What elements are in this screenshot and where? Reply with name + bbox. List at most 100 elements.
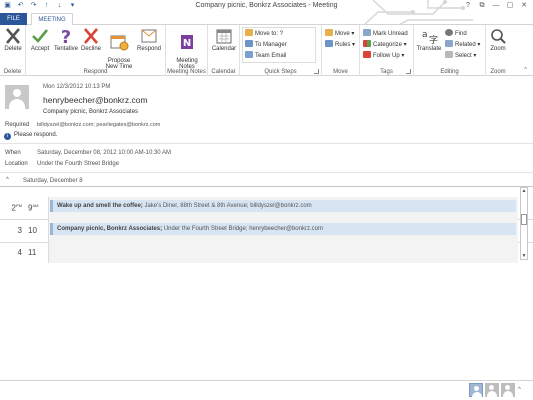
close-button[interactable]: ✕ xyxy=(517,0,531,12)
translate-label: Translate xyxy=(416,46,442,52)
binoculars-icon xyxy=(445,29,453,36)
folder-arrow-icon xyxy=(245,29,253,36)
tentative-button[interactable]: ? Tentative xyxy=(53,27,79,52)
hour-row: 4 11 xyxy=(0,243,533,263)
group-zoom: Zoom Zoom xyxy=(486,25,510,76)
quick-step-move-to-label: Move to: ? xyxy=(255,31,284,37)
translate-icon: a 字 xyxy=(422,30,438,45)
group-label-editing: Editing xyxy=(440,69,459,75)
appointment-detail: Jake's Diner, 88th Street & 8th Avenue; … xyxy=(144,203,312,209)
group-quick-steps: Move to: ? To Manager Team Email Quick S… xyxy=(240,25,322,76)
zoom-label: Zoom xyxy=(490,46,506,52)
time-label-right: 9AM xyxy=(28,203,39,213)
scroll-up-icon[interactable]: ▲ xyxy=(521,188,527,194)
decline-x-icon xyxy=(84,28,98,44)
find-button[interactable]: Find xyxy=(445,29,467,38)
appointment[interactable]: Company picnic, Bonkrz Associates; Under… xyxy=(50,223,516,235)
group-meeting-notes: N Meeting Notes Meeting Notes xyxy=(166,25,208,76)
decline-button[interactable]: Decline xyxy=(79,27,103,52)
select-button[interactable]: Select ▾ xyxy=(445,51,476,60)
time-slot[interactable] xyxy=(48,243,518,263)
forward-icon xyxy=(245,40,253,47)
rules-button[interactable]: Rules ▾ xyxy=(325,40,355,49)
group-move: Move ▾ Rules ▾ Move xyxy=(322,25,360,76)
envelope-icon xyxy=(363,29,371,36)
group-label-delete: Delete xyxy=(3,69,22,75)
respond-icon xyxy=(141,29,157,43)
follow-up-button[interactable]: Follow Up ▾ xyxy=(363,51,404,60)
collapse-ribbon-icon[interactable]: ^ xyxy=(524,67,527,73)
person-icon[interactable] xyxy=(469,383,483,398)
categorize-button[interactable]: Categorize ▾ xyxy=(363,40,407,49)
when-label: When xyxy=(5,150,21,156)
tentative-label: Tentative xyxy=(53,46,78,52)
propose-new-time-button[interactable]: Propose New Time xyxy=(105,27,133,70)
appointment-title: Company picnic, Bonkrz Associates; xyxy=(57,226,163,232)
location-label: Location xyxy=(5,161,28,167)
group-label-meeting-notes: Meeting Notes xyxy=(167,69,206,75)
team-email-icon xyxy=(245,51,253,58)
header-divider-2 xyxy=(0,172,533,173)
mark-unread-button[interactable]: Mark Unread xyxy=(363,29,408,38)
required-label: Required xyxy=(5,122,30,128)
question-mark-icon: ? xyxy=(61,27,71,45)
appointment[interactable]: Wake up and smell the coffee; Jake's Din… xyxy=(50,200,516,212)
tab-file[interactable]: FILE xyxy=(0,13,27,25)
calendar-button[interactable]: Calendar xyxy=(211,27,237,52)
quick-steps-launcher[interactable] xyxy=(314,69,319,74)
quick-step-to-manager-label: To Manager xyxy=(255,42,287,48)
calendar-icon xyxy=(216,29,232,44)
accept-button[interactable]: Accept xyxy=(28,27,52,52)
group-label-respond: Respond xyxy=(83,69,108,75)
respond-button[interactable]: Respond xyxy=(135,27,163,52)
quick-step-move-to[interactable]: Move to: ? xyxy=(245,29,283,38)
move-label: Move xyxy=(335,31,350,37)
delete-button[interactable]: Delete xyxy=(1,27,25,52)
mark-unread-label: Mark Unread xyxy=(373,31,408,37)
scroll-thumb[interactable] xyxy=(521,214,527,225)
translate-button[interactable]: a 字 Translate xyxy=(416,27,442,52)
group-editing: a 字 Translate Find Related ▾ Select ▾ Ed… xyxy=(414,25,486,76)
svg-text:?: ? xyxy=(61,27,71,45)
group-label-zoom: Zoom xyxy=(490,69,506,75)
people-pane: ^ xyxy=(0,380,533,400)
ribbon: Delete Delete Accept ? Tentative Decline xyxy=(0,25,533,76)
ribbon-display-button[interactable]: ⧉ xyxy=(475,0,489,12)
calendar-day-header: ^ Saturday, December 8 xyxy=(0,176,533,186)
calendar-scrollbar[interactable]: ▲ ▼ xyxy=(520,187,528,260)
rules-label: Rules xyxy=(335,42,351,48)
info-icon: i xyxy=(4,133,11,140)
time-label-right: 11 xyxy=(28,248,37,257)
flag-icon xyxy=(363,51,371,58)
time-label-right: 10 xyxy=(28,226,37,235)
related-button[interactable]: Related ▾ xyxy=(445,40,480,49)
follow-up-label: Follow Up xyxy=(373,53,400,59)
minimize-button[interactable]: — xyxy=(489,0,503,12)
meeting-notes-button[interactable]: N Meeting Notes xyxy=(174,27,200,70)
calendar-label: Calendar xyxy=(211,46,237,52)
delete-icon xyxy=(6,28,20,44)
group-label-quick-steps: Quick Steps xyxy=(264,69,297,75)
tags-launcher[interactable] xyxy=(406,69,411,74)
scroll-down-icon[interactable]: ▼ xyxy=(521,253,527,259)
message-date: Mon 12/3/2012 10:13 PM xyxy=(43,84,111,90)
expand-people-pane-icon[interactable]: ^ xyxy=(518,387,521,393)
time-label-left: 3 xyxy=(17,226,22,235)
sender-email[interactable]: henrybeecher@bonkrz.com xyxy=(43,95,148,105)
required-attendees[interactable]: billdyszel@bonkrz.com; pearliegates@bonk… xyxy=(37,122,160,128)
checkmark-icon xyxy=(32,29,49,43)
move-button[interactable]: Move ▾ xyxy=(325,29,354,38)
maximize-button[interactable]: ▢ xyxy=(503,0,517,12)
rules-icon xyxy=(325,40,333,47)
quick-step-team-email[interactable]: Team Email xyxy=(245,51,286,60)
time-label-left: 2PM xyxy=(11,203,22,213)
quick-step-to-manager[interactable]: To Manager xyxy=(245,40,287,49)
info-bar: i Please respond. xyxy=(4,132,57,140)
person-icon[interactable] xyxy=(485,383,499,397)
select-icon xyxy=(445,51,453,58)
collapse-chevron-icon[interactable]: ^ xyxy=(6,177,9,183)
person-icon[interactable] xyxy=(501,383,515,397)
zoom-button[interactable]: Zoom xyxy=(486,27,510,52)
delete-label: Delete xyxy=(4,46,22,52)
categorize-icon xyxy=(363,40,371,47)
